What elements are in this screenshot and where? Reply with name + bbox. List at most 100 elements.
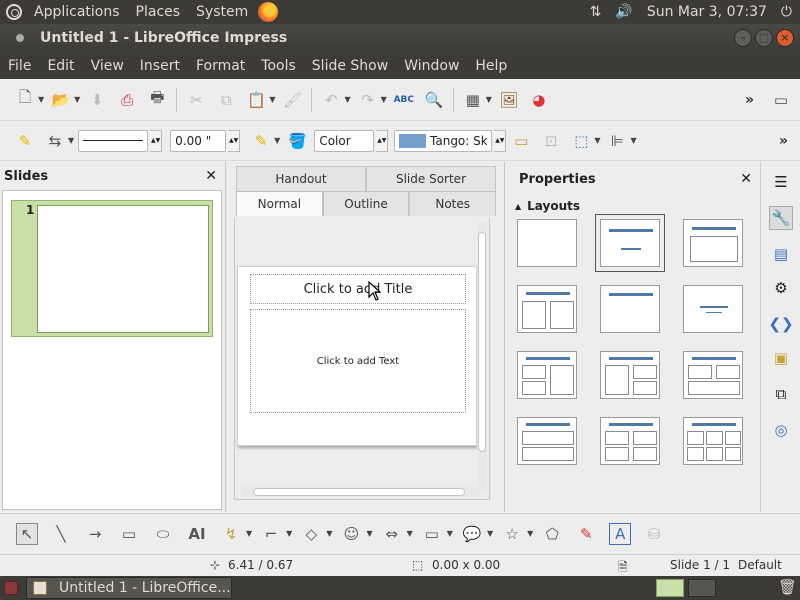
horizontal-scroll-thumb[interactable] xyxy=(253,488,465,496)
redo-icon[interactable]: ↷ xyxy=(357,89,379,111)
tab-slide-sorter[interactable]: Slide Sorter xyxy=(366,166,496,191)
layout-blank[interactable] xyxy=(517,219,577,267)
callouts-icon[interactable]: 💬 xyxy=(461,523,483,545)
fill-color-spinner[interactable]: ▲▼ xyxy=(494,129,507,152)
master-slides-icon[interactable]: ❮❯ xyxy=(768,312,793,336)
points-icon[interactable]: ⬠ xyxy=(541,523,563,545)
maximize-button[interactable]: □ xyxy=(755,29,773,47)
volume-icon[interactable]: 🔊 xyxy=(615,4,632,20)
area-style-spinner[interactable]: ▲▼ xyxy=(376,129,389,152)
places-menu[interactable]: Places xyxy=(128,0,189,24)
minimize-button[interactable]: – xyxy=(734,29,752,47)
menu-insert[interactable]: Insert xyxy=(132,58,188,74)
clone-formatting-icon[interactable]: 🖌 xyxy=(281,89,303,111)
line-style-highlighter-icon[interactable]: ✎ xyxy=(14,130,36,152)
layout-title-2content-content[interactable] xyxy=(517,351,577,399)
zoom-icon[interactable]: 🔍 xyxy=(423,89,445,111)
power-icon[interactable]: ⏻ xyxy=(781,4,792,20)
sidebar-menu-icon[interactable]: ▭ xyxy=(770,89,792,111)
layout-title-4content[interactable] xyxy=(600,417,660,465)
master-slide-name[interactable]: Default xyxy=(738,558,782,572)
toggle-extrusion-icon[interactable]: ✎ xyxy=(575,523,597,545)
ellipse-tool-icon[interactable]: ⬭ xyxy=(152,523,174,545)
connector-tool-icon[interactable]: ⌐ xyxy=(260,523,282,545)
block-arrows-dropdown-icon[interactable]: ▼ xyxy=(407,529,413,538)
workspace-2-icon[interactable] xyxy=(688,579,716,597)
rectangle-tool-icon[interactable]: ▭ xyxy=(118,523,140,545)
horizontal-scrollbar[interactable] xyxy=(241,487,479,497)
insert-chart-icon[interactable]: ◕ xyxy=(528,89,550,111)
layout-title-two-content[interactable] xyxy=(517,285,577,333)
save-icon[interactable]: ⬇ xyxy=(86,89,108,111)
vertical-scrollbar[interactable] xyxy=(477,222,487,492)
undo-icon[interactable]: ↶ xyxy=(320,89,342,111)
network-updown-icon[interactable]: ⇅ xyxy=(590,4,602,20)
menu-slide-show[interactable]: Slide Show xyxy=(304,58,396,74)
system-menu[interactable]: System xyxy=(188,0,256,24)
toolbar2-overflow-icon[interactable]: » xyxy=(779,133,788,149)
undo-dropdown-icon[interactable]: ▼ xyxy=(344,95,350,104)
sidebar-menu-button-icon[interactable]: ☰ xyxy=(769,170,793,194)
redo-dropdown-icon[interactable]: ▼ xyxy=(381,95,387,104)
crop-icon[interactable]: ⊡ xyxy=(540,130,562,152)
select-pointer-icon[interactable]: ↖ xyxy=(16,522,38,545)
layout-title-6content[interactable] xyxy=(683,417,743,465)
gallery-icon[interactable]: ⧉ xyxy=(769,382,793,406)
layout-title-2content-over-content[interactable] xyxy=(683,351,743,399)
export-pdf-icon[interactable]: ⎙ xyxy=(116,89,138,111)
align-icon[interactable]: ⊫ xyxy=(606,130,628,152)
text-placeholder[interactable]: Click to add Text xyxy=(250,309,466,413)
menu-view[interactable]: View xyxy=(83,58,132,74)
show-desktop-icon[interactable] xyxy=(4,581,18,595)
text-box-tool-icon[interactable]: AI xyxy=(186,523,208,545)
applications-menu[interactable]: Applications xyxy=(26,0,128,24)
stars-dropdown-icon[interactable]: ▼ xyxy=(527,529,533,538)
arrow-style-dropdown-icon[interactable]: ▼ xyxy=(68,136,74,145)
layout-title-content-over-content[interactable] xyxy=(517,417,577,465)
insert-table-icon[interactable]: ▦ xyxy=(462,89,484,111)
basic-shapes-icon[interactable]: ◇ xyxy=(300,523,322,545)
menu-file[interactable]: File xyxy=(0,58,39,74)
menu-tools[interactable]: Tools xyxy=(253,58,304,74)
shadow-icon[interactable]: ▭ xyxy=(510,130,532,152)
slide-thumbnail[interactable]: 1 xyxy=(11,200,213,337)
taskbar-item-impress[interactable]: Untitled 1 - LibreOffice... xyxy=(26,577,232,599)
layout-title-only[interactable] xyxy=(600,285,660,333)
callouts-dropdown-icon[interactable]: ▼ xyxy=(487,529,493,538)
styles-icon[interactable]: ▣ xyxy=(769,346,793,370)
slide-canvas[interactable]: Click to add Title Click to add Text xyxy=(234,218,490,500)
line-color-dropdown-icon[interactable]: ▼ xyxy=(274,136,280,145)
layout-title-content-2content[interactable] xyxy=(600,351,660,399)
title-placeholder[interactable]: Click to add Title xyxy=(250,274,466,304)
slide-list[interactable]: 1 xyxy=(2,190,222,510)
close-slides-pane-icon[interactable]: ✕ xyxy=(205,168,217,184)
tab-outline[interactable]: Outline xyxy=(322,191,410,216)
fontwork-icon[interactable]: A xyxy=(609,522,632,545)
print-icon[interactable]: 🖶 xyxy=(146,88,168,111)
spellcheck-icon[interactable]: ABC xyxy=(393,89,415,111)
navigator-icon[interactable]: ◎ xyxy=(769,418,793,442)
close-properties-icon[interactable]: ✕ xyxy=(740,171,752,187)
paste-dropdown-icon[interactable]: ▼ xyxy=(269,95,275,104)
symbol-shapes-dropdown-icon[interactable]: ▼ xyxy=(366,529,372,538)
3d-objects-icon[interactable]: ⛁ xyxy=(643,523,665,545)
transformations-dropdown-icon[interactable]: ▼ xyxy=(594,136,600,145)
connector-dropdown-icon[interactable]: ▼ xyxy=(286,529,292,538)
insert-image-icon[interactable]: 🖼 xyxy=(498,89,520,111)
flowchart-icon[interactable]: ▭ xyxy=(421,523,443,545)
cut-icon[interactable]: ✂ xyxy=(185,89,207,111)
block-arrows-icon[interactable]: ⇔ xyxy=(381,523,403,545)
fill-color-select[interactable]: Tango: Sky xyxy=(394,129,493,152)
menu-window[interactable]: Window xyxy=(396,58,467,74)
clock[interactable]: Sun Mar 3, 07:37 xyxy=(647,4,767,20)
layout-title-content[interactable] xyxy=(595,214,665,272)
slide-page[interactable]: Click to add Title Click to add Text xyxy=(237,266,477,446)
line-tool-icon[interactable]: ╲ xyxy=(50,523,72,545)
paste-icon[interactable]: 📋 xyxy=(245,89,267,111)
tab-notes[interactable]: Notes xyxy=(409,191,497,216)
layout-title-content-box[interactable] xyxy=(683,219,743,267)
menu-help[interactable]: Help xyxy=(467,58,515,74)
workspace-switcher-icon[interactable] xyxy=(656,579,684,597)
layouts-section-header[interactable]: ▲ Layouts xyxy=(505,196,760,216)
new-dropdown-icon[interactable]: ▼ xyxy=(38,95,44,104)
